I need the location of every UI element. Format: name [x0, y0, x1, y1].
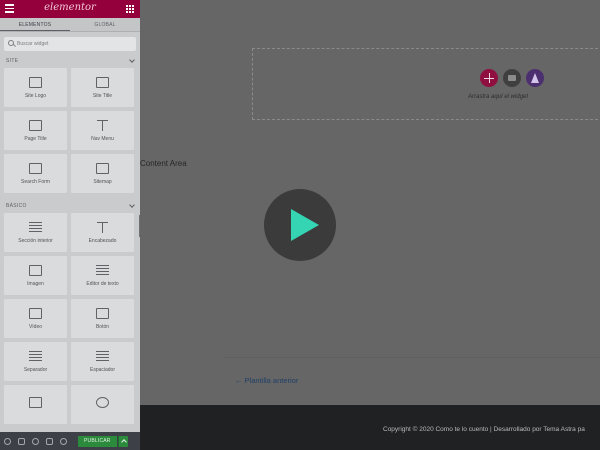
copyright-text: Copyright © 2020 Como te lo cuento | Des…: [383, 426, 585, 433]
widget-label: Imagen: [27, 280, 44, 287]
drop-zone-actions: [480, 69, 544, 87]
search-form-icon: [29, 162, 42, 174]
button-icon: [96, 307, 109, 319]
play-button[interactable]: [264, 189, 336, 261]
tab-global[interactable]: GLOBAL: [70, 18, 140, 31]
chevron-down-icon: [129, 56, 135, 63]
site-footer: Copyright © 2020 Como te lo cuento | Des…: [140, 405, 600, 450]
widget-label: Separador: [23, 366, 48, 373]
panel-tabs: ELEMENTOS GLOBAL: [0, 18, 140, 32]
section-title: BÁSICO: [6, 203, 27, 209]
widgets-grid-icon[interactable]: [126, 5, 134, 13]
elementor-logo: elementor: [44, 2, 96, 13]
nav-menu-icon: [96, 119, 109, 131]
section-title: SITE: [6, 58, 19, 64]
publish-button[interactable]: PUBLICAR: [78, 435, 117, 447]
content-area-label: Content Area: [140, 159, 187, 168]
icon-box-icon: [96, 396, 109, 408]
widget-label: Sección interior: [18, 237, 53, 244]
widget-page-title[interactable]: Page Title: [4, 111, 67, 150]
add-section-button[interactable]: [480, 69, 498, 87]
widget-inner-section[interactable]: Sección interior: [4, 213, 67, 252]
widget-site-logo[interactable]: Site Logo: [4, 68, 67, 107]
drop-zone-text: Arrastra aquí el widget: [468, 94, 529, 100]
widget-button[interactable]: Botón: [71, 299, 134, 338]
panel-footer: PUBLICAR: [0, 432, 140, 450]
preview-canvas: Arrastra aquí el widget Content Area ← P…: [140, 0, 600, 405]
widget-label: Encabezado: [88, 237, 117, 244]
responsive-mode-icon[interactable]: [46, 437, 53, 445]
widget-spacer[interactable]: Espaciador: [71, 342, 134, 381]
spacer-icon: [96, 350, 109, 362]
site-logo-icon: [29, 76, 42, 88]
widget-label: Site Logo: [24, 92, 47, 99]
tab-elementos[interactable]: ELEMENTOS: [0, 18, 70, 31]
widget-label: Site Title: [92, 92, 113, 99]
heading-icon: [96, 221, 109, 233]
text-editor-icon: [96, 264, 109, 276]
widget-grid-basico: Sección interior Encabezado Imagen Edito…: [0, 213, 140, 424]
widget-label: Espaciador: [89, 366, 115, 373]
settings-icon[interactable]: [4, 437, 11, 445]
section-header-site[interactable]: SITE: [0, 54, 140, 68]
widget-label: Botón: [95, 323, 110, 330]
widget-label: Search Form: [21, 178, 50, 185]
elementor-panel: elementor ELEMENTOS GLOBAL SITE Site Log…: [0, 0, 140, 450]
widget-heading[interactable]: Encabezado: [71, 213, 134, 252]
panel-header: elementor: [0, 0, 140, 18]
section-header-basico[interactable]: BÁSICO: [0, 199, 140, 213]
widget-grid-site: Site Logo Site Title Page Title Nav Menu…: [0, 68, 140, 193]
page-title-icon: [29, 119, 42, 131]
widget-text-editor[interactable]: Editor de texto: [71, 256, 134, 295]
widget-image[interactable]: Imagen: [4, 256, 67, 295]
widget-video[interactable]: Vídeo: [4, 299, 67, 338]
navigator-icon[interactable]: [18, 437, 25, 445]
widget-label: Editor de texto: [86, 280, 119, 287]
site-title-icon: [96, 76, 109, 88]
history-icon[interactable]: [32, 437, 39, 445]
preview-eye-icon[interactable]: [60, 437, 67, 445]
astra-templates-button[interactable]: [526, 69, 544, 87]
widget-label: Vídeo: [28, 323, 43, 330]
widget-label: Nav Menu: [91, 135, 114, 142]
widget-search: [4, 37, 136, 51]
widget-nav-menu[interactable]: Nav Menu: [71, 111, 134, 150]
widget-label: Page Title: [24, 135, 47, 142]
divider: [225, 357, 600, 358]
widget-image-box[interactable]: [4, 385, 67, 424]
widget-divider[interactable]: Separador: [4, 342, 67, 381]
previous-template-link[interactable]: ← Plantilla anterior: [235, 376, 298, 385]
sitemap-icon: [96, 162, 109, 174]
widget-search-form[interactable]: Search Form: [4, 154, 67, 193]
widget-sitemap[interactable]: Sitemap: [71, 154, 134, 193]
widget-drop-zone[interactable]: Arrastra aquí el widget: [252, 48, 600, 120]
chevron-down-icon: [129, 201, 135, 208]
divider-icon: [29, 350, 42, 362]
image-icon: [29, 264, 42, 276]
widget-label: Sitemap: [93, 178, 112, 185]
publish-options-button[interactable]: [117, 435, 128, 447]
image-box-icon: [29, 396, 42, 408]
widget-site-title[interactable]: Site Title: [71, 68, 134, 107]
add-template-button[interactable]: [503, 69, 521, 87]
inner-section-icon: [29, 221, 42, 233]
search-input[interactable]: [17, 37, 127, 51]
widget-icon-box[interactable]: [71, 385, 134, 424]
video-icon: [29, 307, 42, 319]
search-icon: [8, 40, 14, 46]
